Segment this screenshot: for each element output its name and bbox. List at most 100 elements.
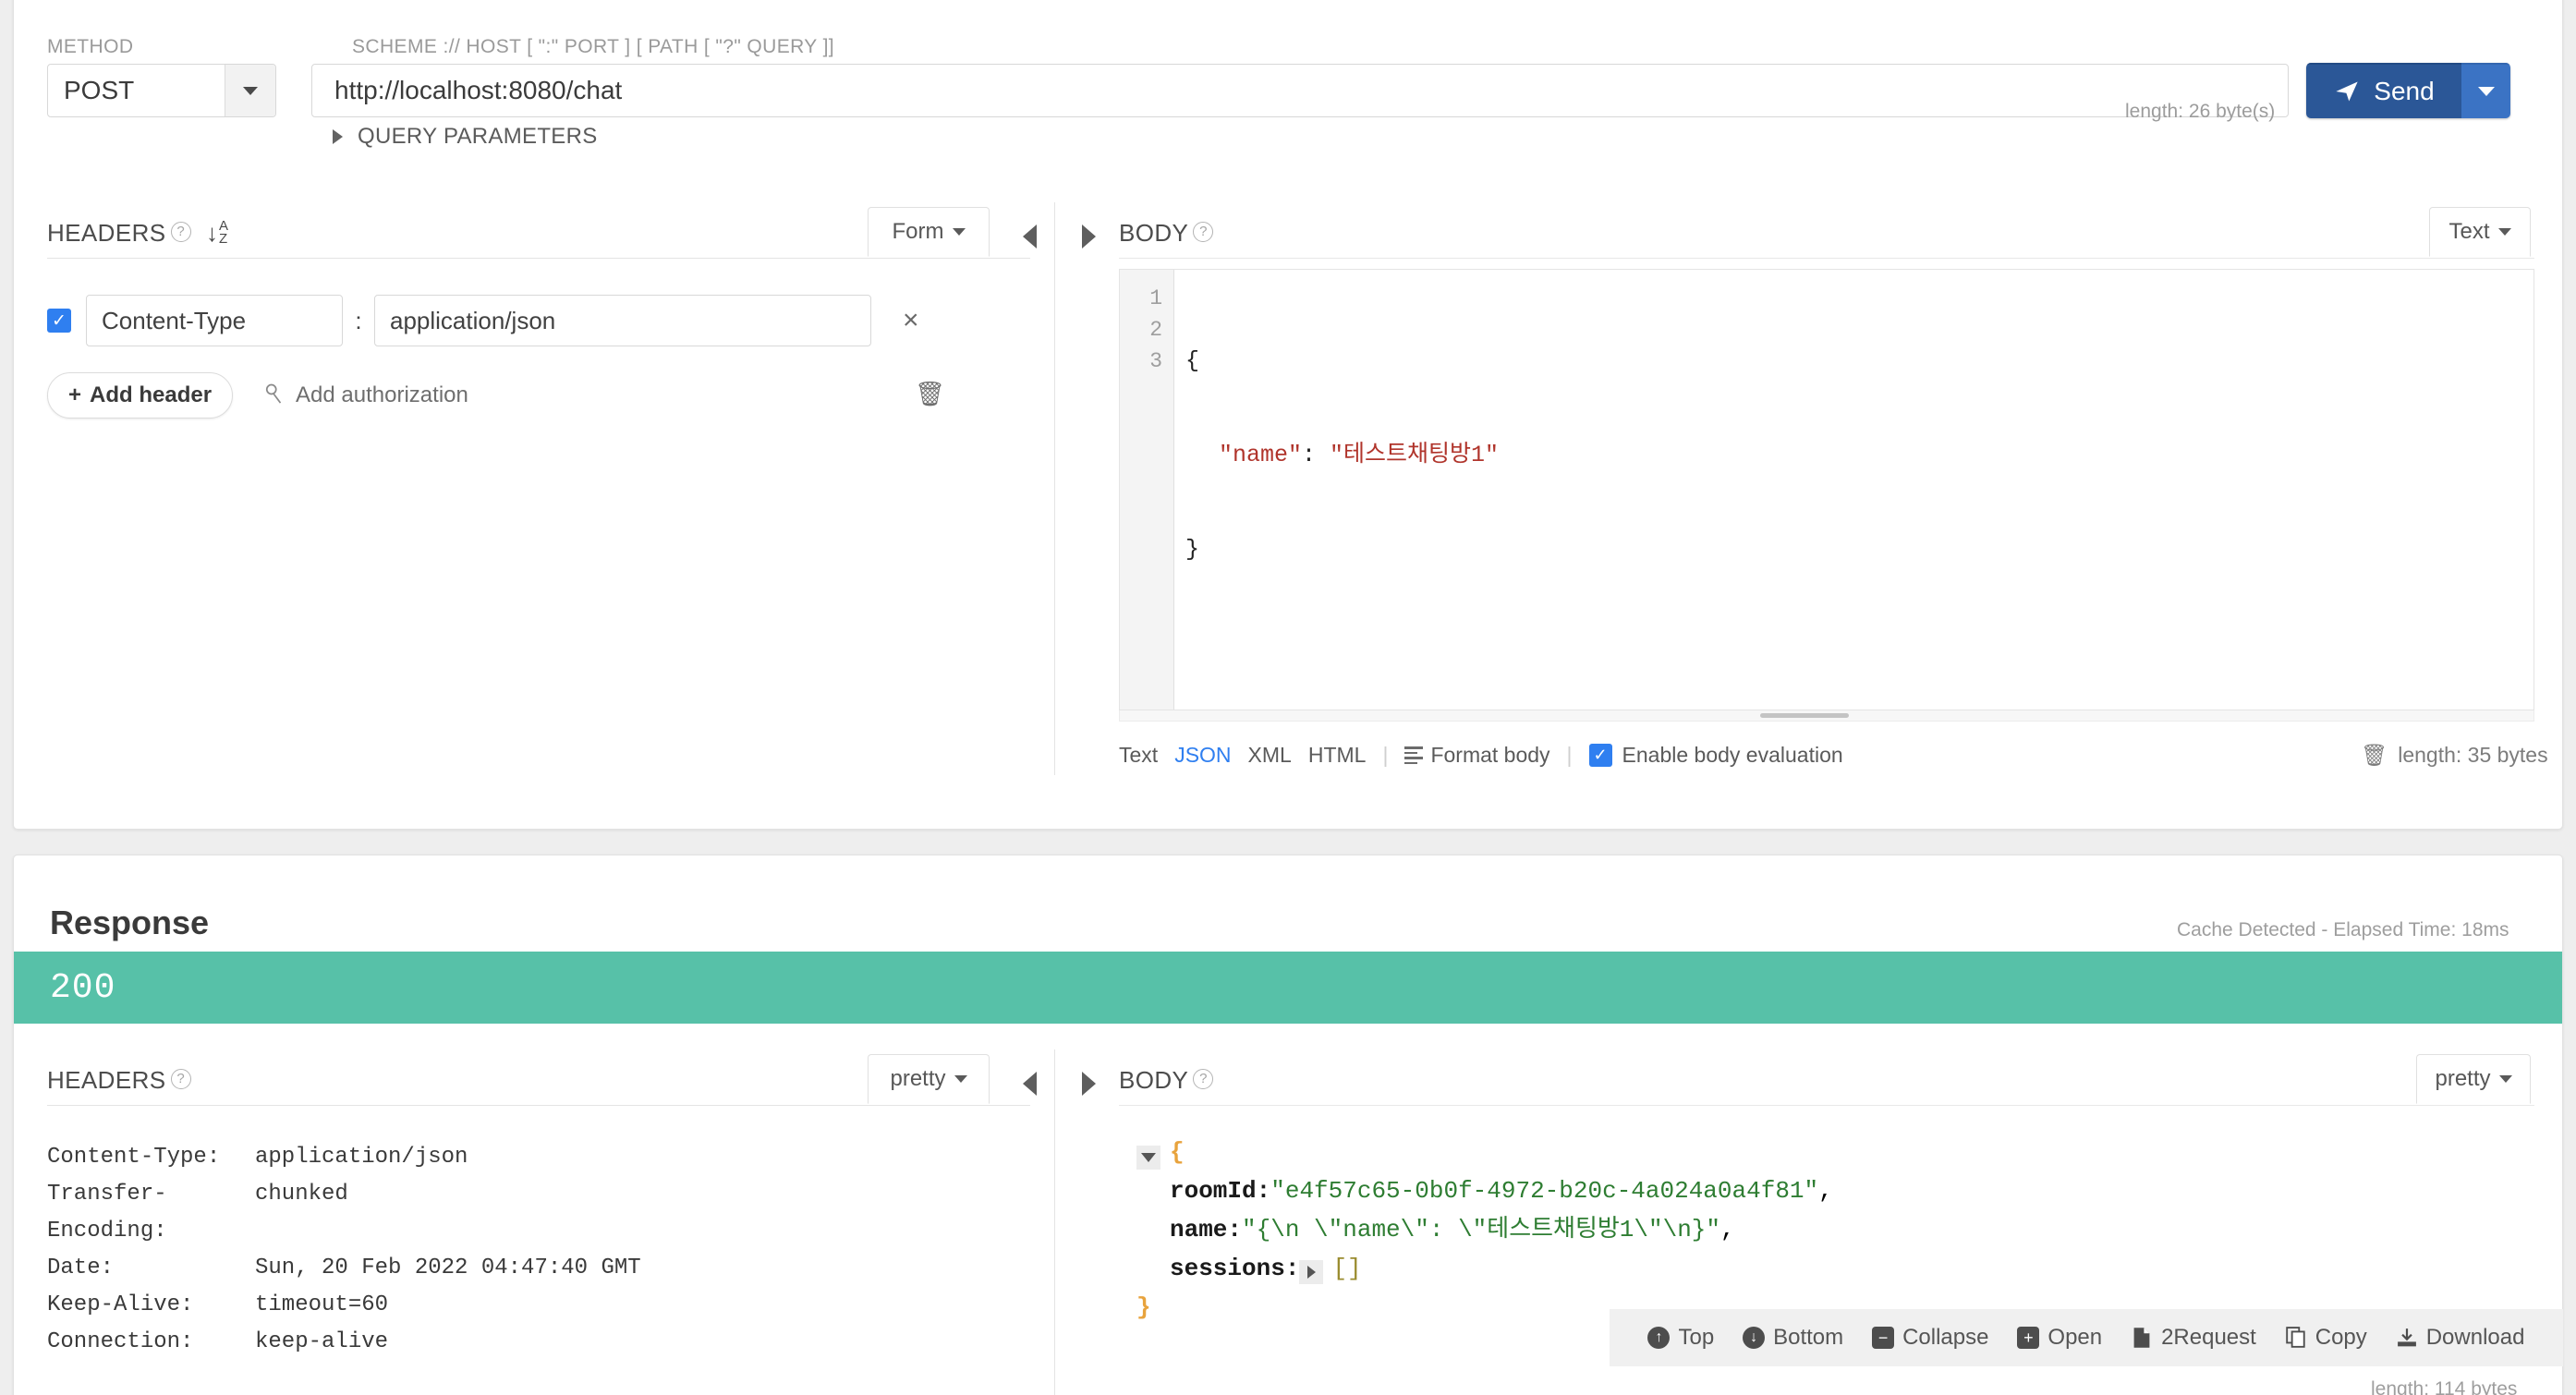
- collapse-right-icon[interactable]: [1082, 1072, 1096, 1096]
- line-number: 3: [1149, 349, 1162, 373]
- header-key: Date:: [47, 1256, 115, 1280]
- chevron-right-icon: [1306, 1266, 1316, 1279]
- format-tab-xml[interactable]: XML: [1248, 743, 1292, 768]
- header-row: ✓ Content-Type : application/json ×: [47, 295, 919, 346]
- request-body-footer-right: 🗑 length: 35 bytes: [2361, 743, 2548, 768]
- json-value: "e4f57c65-0b0f-4972-b20c-4a024a0a4f81": [1270, 1177, 1819, 1205]
- header-key: Content-Type:: [47, 1145, 221, 1170]
- separator: |: [1566, 743, 1573, 767]
- json-download-label: Download: [2425, 1325, 2525, 1350]
- request-body-title: BODY: [1119, 219, 1189, 247]
- expand-toggle-button[interactable]: [1299, 1260, 1324, 1284]
- send-options-button[interactable]: [2461, 63, 2510, 118]
- method-label: METHOD: [47, 36, 134, 57]
- editor-code[interactable]: { "name": "테스트채팅방1" }: [1174, 270, 2533, 710]
- format-tab-text[interactable]: Text: [1119, 743, 1158, 768]
- json-copy-label: Copy: [2315, 1325, 2367, 1350]
- header-value-input[interactable]: application/json: [374, 295, 871, 346]
- chevron-right-icon: [333, 129, 343, 144]
- file-request-icon: [2131, 1327, 2153, 1349]
- request-body-length: length: 35 bytes: [2398, 743, 2548, 767]
- send-button[interactable]: Send: [2306, 63, 2461, 118]
- collapse-left-icon[interactable]: [1023, 224, 1037, 249]
- status-code: 200: [50, 967, 116, 1008]
- headers-mode-tab[interactable]: Form: [868, 207, 990, 257]
- separator: |: [1382, 743, 1389, 767]
- response-body-title: BODY: [1119, 1066, 1189, 1094]
- response-header-row: Keep-Alive: timeout=60: [47, 1287, 641, 1324]
- header-key-input[interactable]: Content-Type: [86, 295, 343, 346]
- editor-scrollbar-thumb[interactable]: [1760, 713, 1849, 718]
- json-bottom-label: Bottom: [1773, 1325, 1844, 1350]
- add-header-button[interactable]: + Add header: [47, 372, 234, 418]
- method-dropdown-button[interactable]: [225, 65, 275, 116]
- add-header-label: Add header: [90, 382, 213, 407]
- request-headers-header: HEADERS? ↓ A Z: [47, 219, 228, 248]
- url-input[interactable]: http://localhost:8080/chat: [311, 64, 2289, 117]
- json-collapse-button[interactable]: − Collapse: [1872, 1325, 1988, 1351]
- help-icon[interactable]: ?: [1193, 221, 1214, 242]
- response-headers-divider: [47, 1105, 1030, 1106]
- response-headers-mode-tab[interactable]: pretty: [868, 1054, 990, 1104]
- json-copy-button[interactable]: Copy: [2285, 1325, 2367, 1351]
- clear-headers-icon[interactable]: 🗑: [915, 380, 945, 408]
- format-body-button[interactable]: Format body: [1430, 743, 1549, 768]
- response-body-mode-tab[interactable]: pretty: [2416, 1054, 2531, 1104]
- collapse-right-icon[interactable]: [1082, 224, 1096, 249]
- headers-mode-label: Form: [892, 219, 944, 244]
- sort-az-icon[interactable]: ↓ A Z: [206, 219, 228, 247]
- arrow-down-circle-icon: ↓: [1743, 1327, 1766, 1349]
- response-body-mode-label: pretty: [2435, 1066, 2491, 1091]
- request-body-editor[interactable]: 1 2 3 { "name": "테스트채팅방1" }: [1119, 269, 2534, 710]
- minus-square-icon: −: [1872, 1327, 1895, 1349]
- response-body-divider: [1119, 1105, 2534, 1106]
- copy-icon: [2285, 1327, 2307, 1349]
- header-value: chunked: [255, 1182, 348, 1207]
- header-value: keep-alive: [255, 1329, 389, 1354]
- header-separator: :: [355, 306, 362, 334]
- editor-line-numbers: 1 2 3: [1120, 270, 1174, 710]
- remove-header-button[interactable]: ×: [903, 305, 919, 336]
- line-number: 1: [1149, 286, 1162, 310]
- help-icon[interactable]: ?: [170, 1068, 191, 1089]
- enable-body-evaluation-checkbox[interactable]: ✓: [1588, 744, 1612, 767]
- json-comma: ,: [1720, 1216, 1735, 1243]
- collapse-left-icon[interactable]: [1023, 1072, 1037, 1096]
- json-comma: ,: [1818, 1177, 1833, 1205]
- json-2request-label: 2Request: [2161, 1325, 2256, 1350]
- response-json-tree: { roomId : "e4f57c65-0b0f-4972-b20c-4a02…: [1136, 1133, 1833, 1327]
- help-icon[interactable]: ?: [1193, 1068, 1214, 1089]
- header-value: timeout=60: [255, 1292, 389, 1317]
- add-authorization-button[interactable]: Add authorization: [264, 382, 468, 408]
- json-key: sessions: [1170, 1255, 1285, 1282]
- header-actions-row: + Add header Add authorization: [47, 372, 468, 418]
- query-parameters-toggle[interactable]: QUERY PARAMETERS: [333, 124, 598, 150]
- response-panel-divider: [1054, 1049, 1055, 1395]
- chevron-down-icon: [952, 228, 966, 236]
- method-select[interactable]: POST: [47, 64, 276, 117]
- json-download-button[interactable]: Download: [2396, 1325, 2525, 1351]
- json-bottom-button[interactable]: ↓ Bottom: [1743, 1325, 1843, 1351]
- body-mode-tab[interactable]: Text: [2429, 207, 2531, 257]
- code-line: }: [1185, 536, 1200, 563]
- json-top-button[interactable]: ↑ Top: [1647, 1325, 1714, 1351]
- paper-plane-icon: [2336, 81, 2358, 102]
- json-open-label: Open: [2047, 1325, 2103, 1350]
- clear-body-icon[interactable]: 🗑: [2361, 743, 2388, 768]
- expand-toggle-button[interactable]: [1136, 1146, 1160, 1170]
- send-button-label: Send: [2374, 77, 2435, 105]
- send-button-group: Send: [2306, 63, 2510, 118]
- url-format-label: SCHEME :// HOST [ ":" PORT ] [ PATH [ "?…: [352, 36, 835, 57]
- header-key: Keep-Alive:: [47, 1292, 194, 1317]
- plus-icon: +: [68, 382, 82, 407]
- json-close-brace: }: [1136, 1293, 1151, 1321]
- chevron-down-icon: [954, 1075, 967, 1083]
- format-tab-json[interactable]: JSON: [1174, 743, 1231, 768]
- help-icon[interactable]: ?: [170, 221, 191, 242]
- json-separator: :: [1256, 1177, 1271, 1205]
- header-enabled-checkbox[interactable]: ✓: [47, 309, 71, 333]
- format-tab-html[interactable]: HTML: [1308, 743, 1367, 768]
- header-key: Connection:: [47, 1329, 194, 1354]
- json-open-button[interactable]: + Open: [2017, 1325, 2102, 1351]
- json-2request-button[interactable]: 2Request: [2131, 1325, 2256, 1351]
